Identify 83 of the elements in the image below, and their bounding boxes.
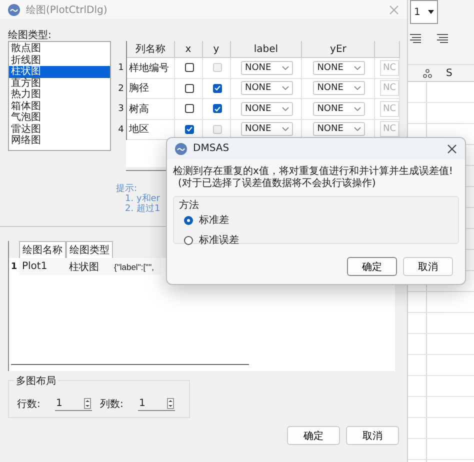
- chevron-icon: [282, 66, 289, 70]
- chevron-icon: [354, 66, 362, 70]
- rows-label: 行数:: [17, 398, 42, 411]
- hint-line: 1. y和er: [125, 194, 160, 204]
- column-header[interactable]: 绘图类型: [66, 241, 113, 258]
- column-name-cell: 树高: [126, 99, 175, 120]
- rows-spinbox[interactable]: 1: [55, 397, 92, 411]
- plot-type-item[interactable]: 雷达图: [9, 124, 110, 135]
- align-icon[interactable]: [437, 34, 448, 43]
- row-number: 2: [116, 78, 127, 99]
- option-label[interactable]: 标准误差: [199, 233, 239, 247]
- column-header: x: [174, 41, 203, 58]
- chevron-icon: [354, 86, 362, 90]
- plot-type-item[interactable]: 折线图: [9, 54, 110, 66]
- network-icon[interactable]: [423, 68, 432, 78]
- chevron-icon: [354, 106, 362, 111]
- column-name-cell: 胸径: [126, 78, 175, 99]
- settings-cell: {"label":["",: [113, 258, 161, 275]
- align-icon[interactable]: [410, 34, 421, 43]
- column-name-cell: 样地编号: [126, 58, 175, 78]
- group-title: 方法: [179, 198, 199, 212]
- column-header: y: [202, 41, 231, 58]
- column-header: 列名称: [126, 41, 175, 58]
- error-dropdown[interactable]: NONE: [313, 122, 366, 136]
- plot-type-label: 绘图类型:: [8, 28, 52, 41]
- hint-line: 2. 超过1: [125, 204, 160, 214]
- app-icon: [8, 4, 20, 16]
- columns-spinbox[interactable]: 1: [138, 397, 175, 411]
- column-header: label: [230, 41, 302, 58]
- message-text: (对于已选择了误差值数据将不会执行该操作): [177, 178, 376, 190]
- ok-button[interactable]: 确定: [347, 257, 397, 276]
- chevron-icon: [354, 127, 362, 132]
- checkbox[interactable]: [184, 104, 194, 114]
- cancel-button[interactable]: 取消: [403, 257, 453, 276]
- error-dropdown[interactable]: NONE: [313, 81, 366, 96]
- spinner-arrows-icon[interactable]: [167, 398, 174, 409]
- close-icon[interactable]: [447, 144, 457, 154]
- label-dropdown[interactable]: NONE: [240, 81, 293, 96]
- row-number: 1: [10, 260, 18, 274]
- label-dropdown[interactable]: NONE: [240, 60, 293, 75]
- option-label[interactable]: 标准差: [199, 213, 229, 227]
- checkbox[interactable]: [184, 84, 194, 93]
- message-text: 检测到存在重复的x值，将对重复值进行和并计算并生成误差值!: [173, 166, 453, 178]
- radio-button[interactable]: [184, 216, 193, 224]
- app-icon: [175, 142, 187, 154]
- row-number: 1: [116, 58, 127, 78]
- checkbox[interactable]: [184, 124, 194, 134]
- error-dropdown[interactable]: NONE: [313, 60, 366, 75]
- label-dropdown[interactable]: NONE: [240, 122, 293, 136]
- row-number: 4: [116, 120, 127, 140]
- plot-type-item[interactable]: 热力图: [9, 89, 110, 100]
- chevron-icon: [282, 106, 289, 111]
- plot-type-item[interactable]: 直方图: [9, 78, 110, 89]
- row-number: 3: [116, 99, 127, 120]
- column-header: S: [446, 68, 452, 78]
- hint-title: 提示:: [116, 184, 138, 194]
- plot-type-item[interactable]: 柱状图: [9, 66, 110, 78]
- columns-label: 列数:: [100, 398, 124, 411]
- ok-button[interactable]: 确定: [287, 426, 340, 445]
- checkbox[interactable]: [184, 63, 194, 72]
- label-dropdown[interactable]: NONE: [240, 102, 293, 116]
- radio-button[interactable]: [184, 236, 193, 244]
- cancel-button[interactable]: 取消: [346, 426, 399, 445]
- header-cell: [375, 41, 400, 58]
- zoom-dropdown[interactable]: 1: [410, 0, 438, 24]
- chevron-icon: [282, 86, 289, 90]
- spinner-arrows-icon[interactable]: [84, 398, 91, 409]
- column-header[interactable]: 绘图名称: [19, 241, 66, 258]
- chevron-icon: [282, 127, 289, 132]
- plot-type-item[interactable]: 网络图: [9, 135, 110, 146]
- plot-type-item[interactable]: 散点图: [9, 43, 110, 54]
- dialog-title: DMSAS: [193, 143, 230, 154]
- column-header: yEr: [302, 41, 376, 58]
- window-title: 绘图(PlotCtrlDlg): [26, 4, 108, 16]
- group-title: 多图布局: [14, 374, 58, 388]
- plot-type-item[interactable]: 气泡图: [9, 112, 110, 124]
- caret-icon: [428, 10, 434, 14]
- plot-type-item[interactable]: 箱体图: [9, 100, 110, 112]
- plot-type-cell: 柱状图: [66, 258, 113, 275]
- plot-name-cell: Plot1: [19, 258, 66, 275]
- error-dropdown[interactable]: NONE: [313, 102, 366, 116]
- checkbox[interactable]: [212, 104, 222, 114]
- checkbox[interactable]: [212, 84, 222, 93]
